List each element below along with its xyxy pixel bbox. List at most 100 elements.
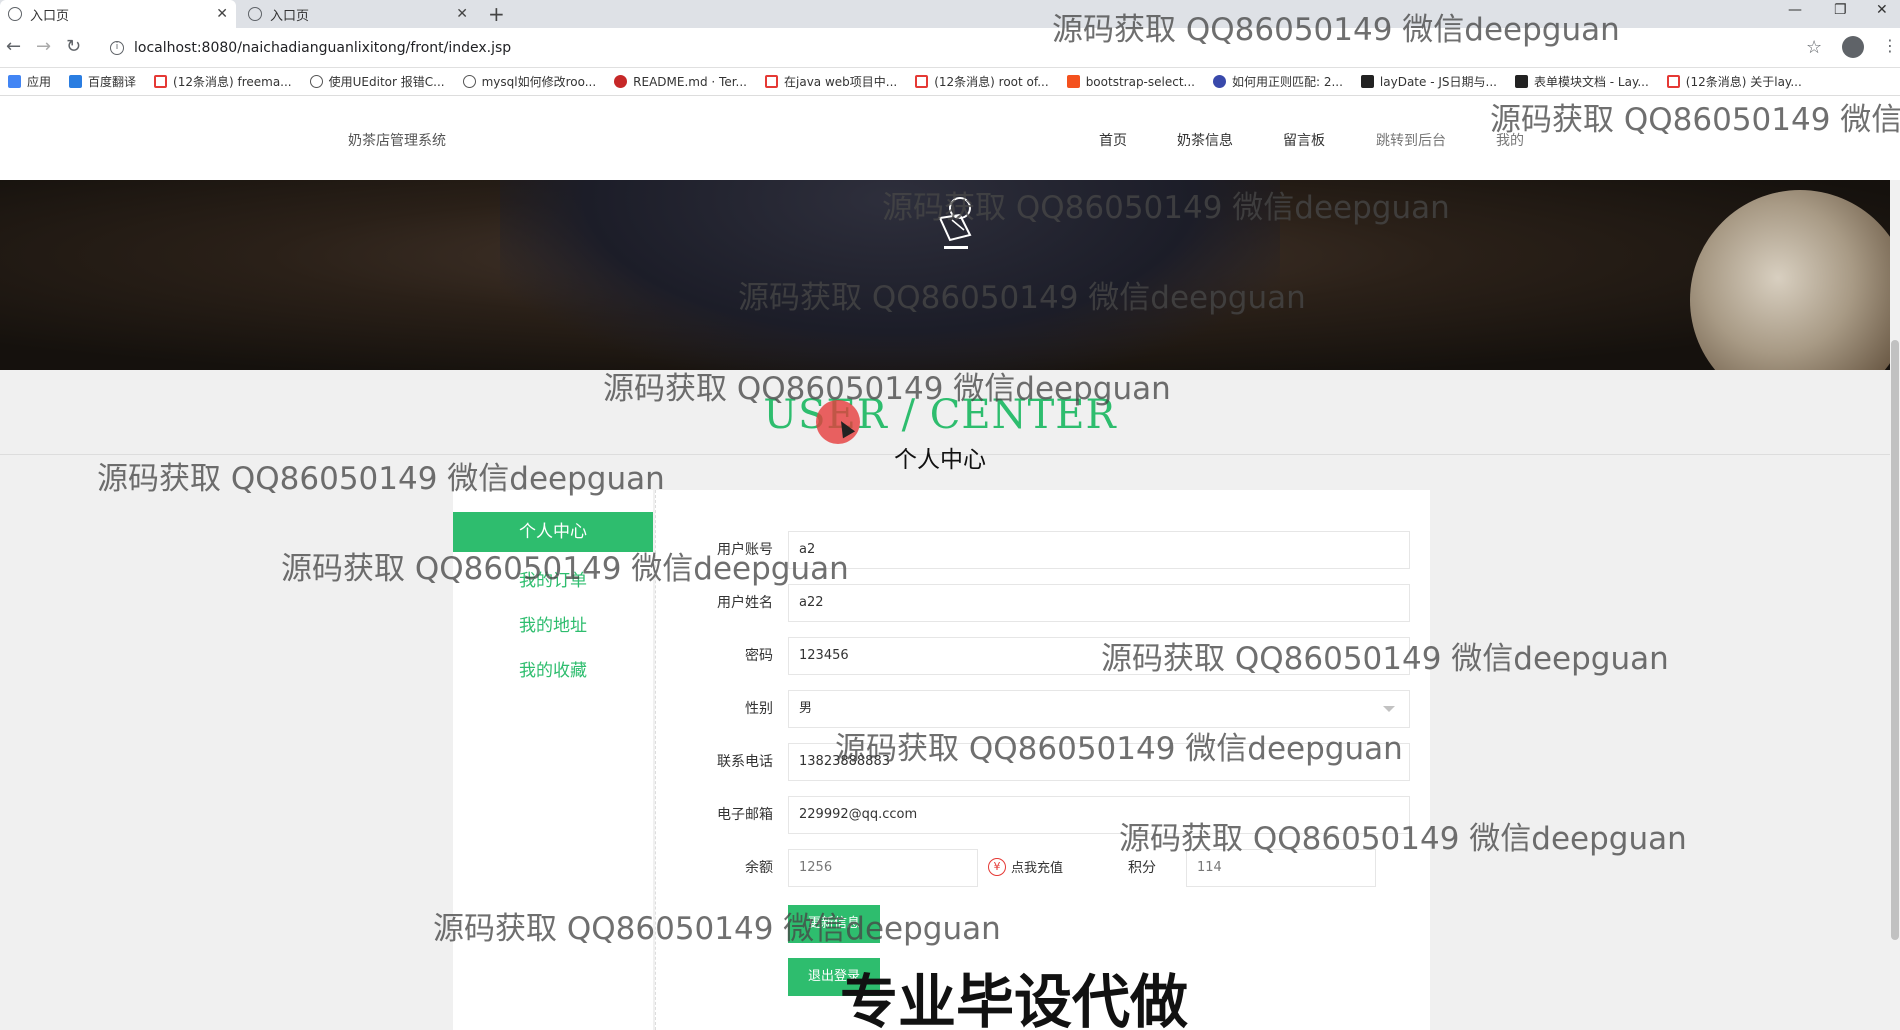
nav-mine[interactable]: 我的 [1496, 130, 1524, 150]
reload-icon[interactable]: ↻ [66, 36, 81, 57]
browser-tab-1[interactable]: 入口页 ✕ [0, 0, 236, 28]
new-tab-icon[interactable]: + [488, 2, 505, 26]
back-icon[interactable]: ← [6, 36, 21, 57]
bookmark-item[interactable]: layDate - JS日期与... [1360, 73, 1497, 90]
password-label: 密码 [745, 648, 773, 664]
points-label: 积分 [1128, 860, 1156, 876]
nav-message-board[interactable]: 留言板 [1283, 130, 1325, 150]
layui-icon [1360, 75, 1374, 88]
points-input: 114 [1186, 849, 1376, 887]
close-tab-icon[interactable]: ✕ [216, 6, 228, 22]
profile-icon[interactable] [1842, 36, 1864, 58]
nav-home[interactable]: 首页 [1099, 130, 1127, 150]
email-label: 电子邮箱 [717, 807, 773, 823]
form-row-password: 密码 123456 [656, 637, 1431, 675]
csdn-icon [915, 75, 929, 88]
phone-input[interactable]: 13823888883 [788, 743, 1410, 781]
bookmark-item[interactable]: bootstrap-select... [1066, 75, 1195, 89]
hero-banner [0, 180, 1900, 370]
form-row-account: 用户账号 a2 [656, 531, 1431, 569]
browser-tab-bar: 入口页 ✕ 入口页 ✕ + — ❐ ✕ [0, 0, 1900, 28]
site-name: 奶茶店管理系统 [348, 133, 446, 149]
password-input[interactable]: 123456 [788, 637, 1410, 675]
phone-label: 联系电话 [717, 754, 773, 770]
bookmark-item[interactable]: README.md · Ter... [614, 75, 747, 89]
user-center-heading: USER / CENTER 个人中心 [0, 370, 1900, 473]
banner-person-image [500, 180, 1280, 370]
menu-kebab-icon[interactable]: ⋮ [1882, 36, 1898, 55]
menu-item-orders[interactable]: 我的订单 [453, 566, 653, 591]
bookmark-item[interactable]: (12条消息) freema... [154, 73, 292, 90]
minimize-icon[interactable]: — [1788, 2, 1802, 18]
gender-select[interactable]: 男 [788, 690, 1410, 728]
bookmark-item[interactable]: (12条消息) root of... [915, 73, 1049, 90]
cn-title: 个人中心 [894, 447, 986, 473]
tab-title: 入口页 [270, 8, 310, 24]
account-label: 用户账号 [717, 542, 773, 558]
scrollbar-thumb[interactable] [1891, 340, 1899, 940]
gitee-icon [614, 75, 628, 88]
bookmark-item[interactable]: 使用UEditor 报错C... [309, 73, 445, 90]
overlay-banner-text: 专业毕设代做 [840, 968, 1189, 1030]
close-window-icon[interactable]: ✕ [1876, 2, 1888, 18]
yuan-icon[interactable]: ¥ [988, 858, 1006, 876]
close-tab-icon[interactable]: ✕ [456, 6, 468, 22]
forward-icon[interactable]: → [36, 36, 51, 57]
gender-value: 男 [799, 701, 813, 716]
layui-icon [1514, 75, 1528, 88]
site-header: 奶茶店管理系统 首页 奶茶信息 留言板 跳转到后台 我的 [0, 96, 1900, 180]
nav-admin[interactable]: 跳转到后台 [1376, 130, 1446, 150]
globe-icon [8, 7, 22, 21]
nav-milk-tea-info[interactable]: 奶茶信息 [1177, 130, 1233, 150]
form-row-balance: 余额 1256 ¥ 点我充值 积分 114 [656, 849, 1431, 887]
csdn-icon [1666, 75, 1680, 88]
form-row-name: 用户姓名 a22 [656, 584, 1431, 622]
bookmark-star-icon[interactable]: ☆ [1806, 37, 1822, 58]
browser-tab-2[interactable]: 入口页 ✕ [240, 0, 476, 28]
menu-item-profile[interactable]: 个人中心 [453, 512, 653, 552]
site-icon [309, 75, 323, 88]
bookmark-item[interactable]: 表单模块文档 - Lay... [1514, 73, 1649, 90]
bookmark-item[interactable]: 百度翻译 [69, 73, 136, 90]
email-input[interactable]: 229992@qq.ccom [788, 796, 1410, 834]
form-row-phone: 联系电话 13823888883 [656, 743, 1431, 781]
url-text: localhost:8080/naichadianguanlixitong/fr… [134, 40, 512, 56]
name-input[interactable]: a22 [788, 584, 1410, 622]
apps-grid-icon [8, 75, 21, 88]
update-info-button[interactable]: 更新信息 [788, 905, 880, 943]
bookmark-item[interactable]: 在java web项目中... [765, 73, 897, 90]
form-row-email: 电子邮箱 229992@qq.ccom [656, 796, 1431, 834]
bookmarks-bar: 应用 百度翻译 (12条消息) freema... 使用UEditor 报错C.… [0, 68, 1900, 96]
tab-title: 入口页 [30, 8, 70, 24]
url-field[interactable]: i localhost:8080/naichadianguanlixitong/… [100, 33, 1800, 63]
account-input[interactable]: a2 [788, 531, 1410, 569]
profile-form: 用户账号 a2 用户姓名 a22 密码 123456 性别 男 联系电话 138… [655, 490, 1430, 1030]
site-icon [1066, 75, 1080, 88]
csdn-icon [765, 75, 778, 88]
en-title: USER / CENTER [763, 392, 1117, 438]
heytea-logo [938, 197, 972, 249]
chevron-down-icon [1383, 706, 1395, 712]
banner-glass-ball-image [1690, 190, 1900, 370]
restore-icon[interactable]: ❐ [1834, 2, 1847, 18]
bookmark-item[interactable]: mysql如何修改roo... [462, 73, 596, 90]
page-scrollbar[interactable] [1890, 180, 1900, 1030]
paw-icon [1212, 75, 1226, 88]
globe-icon [248, 7, 262, 21]
csdn-icon [154, 75, 168, 88]
name-label: 用户姓名 [717, 595, 773, 611]
baidu-icon [69, 75, 83, 88]
address-bar: ← → ↻ i localhost:8080/naichadianguanlix… [0, 28, 1900, 68]
site-icon [462, 75, 476, 88]
info-icon[interactable]: i [110, 41, 124, 55]
gender-label: 性别 [745, 701, 773, 717]
balance-input: 1256 [788, 849, 978, 887]
user-center-menu: 个人中心 我的订单 我的地址 我的收藏 [453, 490, 653, 1030]
form-row-gender: 性别 男 [656, 690, 1431, 728]
bookmark-apps[interactable]: 应用 [8, 73, 51, 90]
bookmark-item[interactable]: (12条消息) 关于lay... [1666, 73, 1802, 90]
balance-label: 余额 [745, 860, 773, 876]
menu-item-address[interactable]: 我的地址 [453, 611, 653, 636]
menu-item-favorites[interactable]: 我的收藏 [453, 656, 653, 681]
bookmark-item[interactable]: 如何用正则匹配: 2... [1212, 73, 1343, 90]
